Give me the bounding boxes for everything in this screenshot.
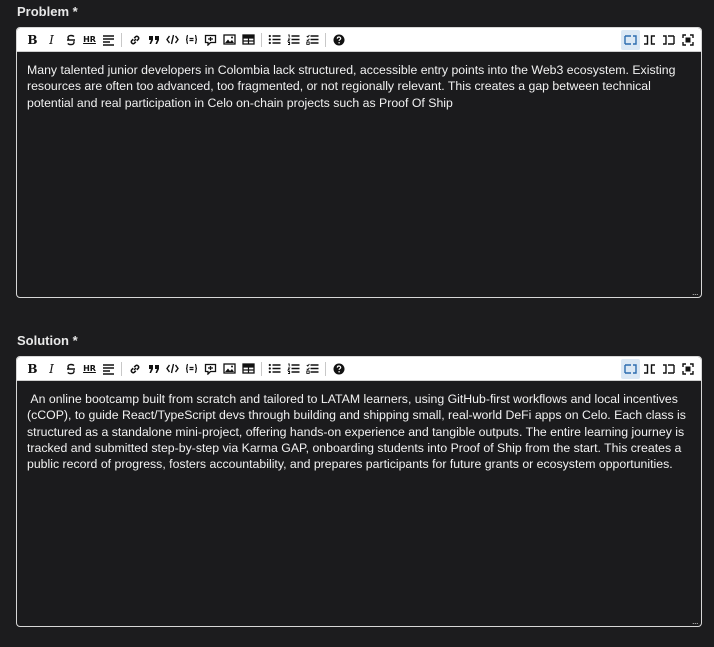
resize-handle[interactable]: ... [692,288,699,297]
help-button[interactable] [329,30,348,50]
preview-mode-icon [663,363,675,374]
link-button[interactable] [125,359,144,379]
fullscreen-button[interactable] [678,30,697,50]
image-icon [223,363,236,374]
toolbar-separator [261,32,262,47]
unordered-list-button[interactable] [265,30,284,50]
heading-icon [103,34,114,46]
split-mode-button[interactable] [640,30,659,50]
help-button[interactable] [329,359,348,379]
table-button[interactable] [239,359,258,379]
italic-button[interactable]: I [42,359,61,379]
toolbar-separator [261,361,262,376]
split-mode-icon [644,363,655,374]
link-icon [130,35,139,44]
bold-button[interactable]: B [23,359,42,379]
preview-mode-icon [663,34,675,45]
toolbar-separator [325,32,326,47]
solution-text: An online bootcamp built from scratch an… [27,392,690,472]
fullscreen-icon [681,362,694,375]
solution-field: Solution * B I HR An online bootcamp bui… [16,333,702,627]
ordered-list-icon [287,363,300,374]
preview-mode-button[interactable] [659,359,678,379]
link-button[interactable] [125,30,144,50]
strikethrough-icon [66,34,75,45]
code-block-button[interactable] [182,30,201,50]
resize-handle[interactable]: ... [692,617,699,626]
strikethrough-button[interactable] [61,30,80,50]
problem-editor: B I HR Many talented junior developers i… [16,27,702,298]
problem-textarea[interactable]: Many talented junior developers in Colom… [17,52,701,297]
ordered-list-button[interactable] [284,359,303,379]
heading-icon [103,363,114,375]
code-block-icon [185,34,198,45]
strikethrough-button[interactable] [61,359,80,379]
ordered-list-icon [287,34,300,45]
edit-mode-button[interactable] [621,29,640,50]
code-button[interactable] [163,359,182,379]
unordered-list-button[interactable] [265,359,284,379]
quote-icon [148,35,159,44]
edit-mode-icon [624,363,637,374]
strikethrough-icon [66,363,75,374]
code-icon [166,363,179,374]
quote-icon [148,364,159,373]
help-icon [333,363,344,374]
problem-field: Problem * B I HR Many talented junior de… [16,4,702,298]
code-button[interactable] [163,30,182,50]
table-icon [242,363,255,374]
unordered-list-icon [268,34,281,45]
edit-mode-icon [624,34,637,45]
toolbar-separator [325,361,326,376]
heading-button[interactable] [99,359,118,379]
image-icon [223,34,236,45]
image-button[interactable] [220,30,239,50]
toolbar-separator [121,32,122,47]
image-button[interactable] [220,359,239,379]
quote-button[interactable] [144,30,163,50]
page: Problem * B I HR Many talented junior de… [0,0,714,647]
quote-button[interactable] [144,359,163,379]
horizontal-rule-button[interactable]: HR [80,30,99,50]
help-icon [333,34,344,45]
problem-label: Problem * [17,4,78,19]
checklist-icon [306,363,319,374]
checklist-icon [306,34,319,45]
problem-text: Many talented junior developers in Colom… [27,63,676,110]
heading-button[interactable] [99,30,118,50]
comment-icon [204,363,217,375]
checklist-button[interactable] [303,30,322,50]
edit-mode-button[interactable] [621,358,640,379]
horizontal-rule-button[interactable]: HR [80,359,99,379]
solution-editor: B I HR An online bootcamp built from scr… [16,356,702,627]
italic-button[interactable]: I [42,30,61,50]
link-icon [130,364,139,373]
code-icon [166,34,179,45]
code-block-button[interactable] [182,359,201,379]
fullscreen-button[interactable] [678,359,697,379]
split-mode-button[interactable] [640,359,659,379]
preview-mode-button[interactable] [659,30,678,50]
table-icon [242,34,255,45]
unordered-list-icon [268,363,281,374]
split-mode-icon [644,34,655,45]
bold-button[interactable]: B [23,30,42,50]
solution-toolbar: B I HR [17,357,701,381]
problem-toolbar: B I HR [17,28,701,52]
table-button[interactable] [239,30,258,50]
fullscreen-icon [681,33,694,46]
comment-button[interactable] [201,359,220,379]
solution-textarea[interactable]: An online bootcamp built from scratch an… [17,381,701,626]
code-block-icon [185,363,198,374]
checklist-button[interactable] [303,359,322,379]
ordered-list-button[interactable] [284,30,303,50]
solution-label: Solution * [17,333,78,348]
comment-button[interactable] [201,30,220,50]
comment-icon [204,34,217,46]
toolbar-separator [121,361,122,376]
